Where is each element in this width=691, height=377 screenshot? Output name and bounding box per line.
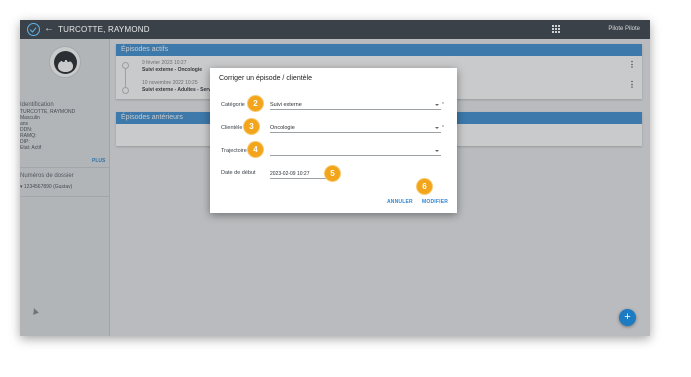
chevron-down-icon	[435, 150, 439, 152]
categorie-value: Suivi externe	[270, 102, 302, 108]
correct-episode-dialog: Corriger un épisode / clientèle Catégori…	[210, 68, 457, 213]
categorie-select[interactable]: Suivi externe *	[270, 101, 444, 110]
step-badge: 6	[417, 179, 432, 194]
top-bar: ← TURCOTTE, RAYMOND Pilote Pilote	[20, 20, 650, 39]
cancel-button[interactable]: ANNULER	[387, 199, 413, 205]
apps-grid-icon[interactable]	[552, 25, 560, 33]
step-badge: 5	[325, 166, 340, 181]
date-debut-input[interactable]: 2023-02-09 10:27	[270, 171, 326, 179]
required-marker: *	[442, 102, 444, 108]
add-button[interactable]: +	[619, 309, 636, 326]
patient-name: TURCOTTE, RAYMOND	[58, 25, 150, 34]
chevron-down-icon	[435, 104, 439, 106]
modify-button[interactable]: MODIFIER	[422, 199, 448, 205]
trajectoire-select[interactable]	[270, 147, 441, 156]
user-name[interactable]: Pilote Pilote	[608, 26, 640, 32]
trajectoire-label: Trajectoire	[221, 148, 247, 154]
required-marker: *	[442, 125, 444, 131]
dialog-title: Corriger un épisode / clientèle	[219, 75, 312, 82]
step-badge: 4	[248, 142, 263, 157]
clientele-value: Oncologie	[270, 125, 295, 131]
app-window: ← TURCOTTE, RAYMOND Pilote Pilote Identi…	[20, 20, 650, 336]
step-badge: 2	[248, 96, 263, 111]
arrow-left-icon[interactable]: ←	[44, 23, 54, 34]
clientele-select[interactable]: Oncologie *	[270, 124, 444, 133]
clientele-label: Clientèle	[221, 125, 243, 131]
chevron-down-icon	[435, 127, 439, 129]
step-badge: 3	[244, 119, 259, 134]
categorie-label: Catégorie	[221, 102, 245, 108]
date-debut-label: Date de début	[221, 170, 256, 176]
check-circle-icon[interactable]	[27, 23, 40, 36]
